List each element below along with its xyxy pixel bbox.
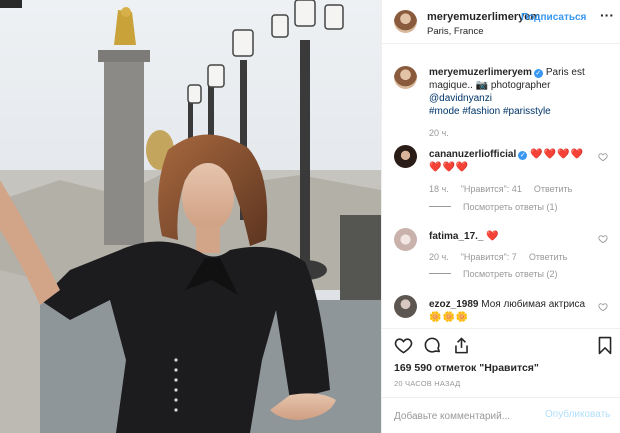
comment-username[interactable]: cananuzerliofficial: [429, 149, 516, 160]
view-replies[interactable]: Посмотреть ответы (2): [429, 269, 558, 279]
comment-likes[interactable]: "Нравится": 41: [461, 184, 522, 194]
verified-badge-icon: ✓: [518, 151, 528, 160]
comment-likes[interactable]: "Нравится": 7: [461, 252, 517, 262]
comment: ezoz_1989 Моя любимая актриса 🌼🌼🌼: [429, 298, 599, 324]
share-icon[interactable]: [452, 336, 471, 355]
location-link[interactable]: Paris, France: [427, 26, 484, 37]
post-timestamp[interactable]: 20 ЧАСОВ НАЗАД: [394, 379, 460, 388]
reply-button[interactable]: Ответить: [529, 252, 567, 262]
avatar[interactable]: [394, 10, 417, 33]
comment-icon[interactable]: [423, 336, 442, 355]
comment-username[interactable]: fatima_17._: [429, 231, 483, 242]
bookmark-icon[interactable]: [597, 336, 613, 355]
divider: [429, 206, 451, 207]
post-photo[interactable]: [0, 0, 381, 433]
follow-button[interactable]: Подписаться: [521, 12, 586, 23]
caption-mention[interactable]: @davidnyanzi: [429, 93, 492, 104]
comment-time[interactable]: 18 ч.: [429, 184, 449, 194]
comment-text: ❤️: [486, 231, 500, 242]
avatar[interactable]: [394, 66, 417, 89]
heart-icon[interactable]: [394, 336, 413, 355]
comment-text-continued: ❤️❤️❤️: [429, 162, 470, 173]
add-comment-bar: Опубликовать: [382, 397, 620, 433]
comment-username[interactable]: ezoz_1989: [429, 299, 478, 310]
comment-text: Моя любимая актриса: [481, 299, 586, 310]
instagram-post: meryemuzerlimeryem Подписаться Paris, Fr…: [0, 0, 620, 433]
comment: fatima_17._ ❤️: [429, 230, 599, 243]
comment-time[interactable]: 20 ч.: [429, 252, 449, 262]
heart-icon[interactable]: [598, 302, 608, 312]
comment-input[interactable]: [394, 407, 539, 425]
divider: [429, 273, 451, 274]
heart-icon[interactable]: [598, 234, 608, 244]
comment-meta: 20 ч. "Нравится": 7 Ответить: [429, 252, 579, 262]
view-replies-label: Посмотреть ответы (2): [463, 269, 558, 279]
view-replies[interactable]: Посмотреть ответы (1): [429, 202, 558, 212]
publish-button[interactable]: Опубликовать: [545, 409, 610, 420]
comment-meta: 18 ч. "Нравится": 41 Ответить: [429, 184, 584, 194]
likes-count[interactable]: 169 590 отметок "Нравится": [394, 362, 539, 374]
comment-text-continued: 🌼🌼🌼: [429, 312, 470, 323]
heart-icon[interactable]: [598, 152, 608, 162]
avatar[interactable]: [394, 295, 417, 318]
avatar[interactable]: [394, 228, 417, 251]
caption-hashtags[interactable]: #mode #fashion #parisstyle: [429, 106, 551, 117]
post-header: meryemuzerlimeryem Подписаться Paris, Fr…: [382, 0, 620, 44]
caption-time[interactable]: 20 ч.: [429, 128, 449, 138]
comment-text: ❤️❤️❤️❤️: [530, 149, 585, 160]
caption-username[interactable]: meryemuzerlimeryem: [429, 67, 532, 78]
verified-badge-icon: ✓: [533, 69, 543, 78]
comments-list: meryemuzerlimeryem ✓ Paris est magique.. 📷…: [382, 44, 620, 328]
more-horizontal-icon[interactable]: ···: [600, 7, 614, 23]
avatar[interactable]: [394, 145, 417, 168]
view-replies-label: Посмотреть ответы (1): [463, 202, 558, 212]
post-side-panel: meryemuzerlimeryem Подписаться Paris, Fr…: [381, 0, 620, 433]
caption: meryemuzerlimeryem ✓ Paris est magique.. 📷…: [429, 66, 614, 118]
photo-illustration: [0, 0, 381, 433]
comment: cananuzerliofficial ✓ ❤️❤️❤️❤️ ❤️❤️❤️: [429, 148, 599, 174]
reply-button[interactable]: Ответить: [534, 184, 572, 194]
post-actions: 169 590 отметок "Нравится" 20 ЧАСОВ НАЗА…: [382, 328, 620, 408]
